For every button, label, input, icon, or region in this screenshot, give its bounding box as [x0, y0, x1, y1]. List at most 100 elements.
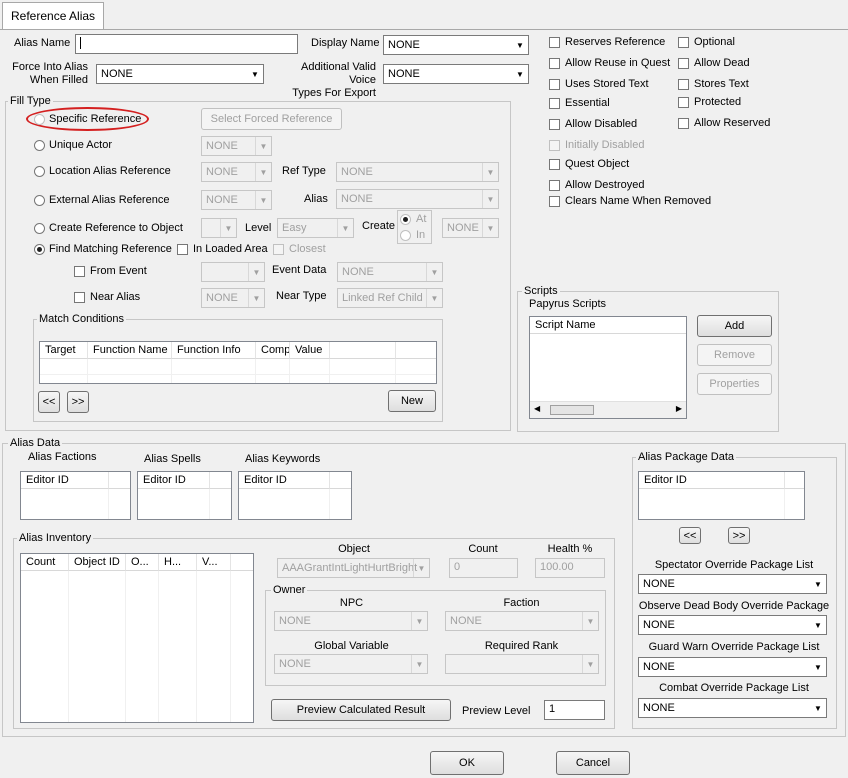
grid-line	[329, 359, 330, 383]
next-condition-button[interactable]: >>	[67, 391, 89, 413]
ok-button[interactable]: OK	[430, 751, 504, 775]
remove-script-button[interactable]: Remove	[697, 344, 772, 366]
cancel-button[interactable]: Cancel	[556, 751, 630, 775]
package-list[interactable]: Editor ID	[638, 471, 805, 520]
near-type-select[interactable]: Linked Ref Child ▼	[337, 288, 443, 308]
allow-dead-checkbox[interactable]	[678, 58, 689, 69]
spectator-override-select[interactable]: NONE ▼	[638, 574, 827, 594]
tab-reference-alias[interactable]: Reference Alias	[2, 2, 104, 29]
essential-checkbox[interactable]	[549, 98, 560, 109]
create-select[interactable]: NONE ▼	[442, 218, 499, 238]
column-header-v[interactable]: V...	[197, 554, 231, 571]
guard-warn-select[interactable]: NONE ▼	[638, 657, 827, 677]
preview-calculated-result-button[interactable]: Preview Calculated Result	[271, 699, 451, 721]
near-alias-checkbox[interactable]	[74, 292, 85, 303]
force-into-alias-select[interactable]: NONE ▼	[96, 64, 264, 84]
faction-select[interactable]: NONE ▼	[445, 611, 599, 631]
level-select[interactable]: Easy ▼	[277, 218, 354, 238]
column-header-count[interactable]: Count	[21, 554, 69, 571]
display-name-select[interactable]: NONE ▼	[383, 35, 529, 55]
find-matching-radio[interactable]	[34, 244, 45, 255]
column-header-script-name[interactable]: Script Name	[530, 317, 686, 334]
prev-condition-button[interactable]: <<	[38, 391, 60, 413]
reserves-reference-checkbox[interactable]	[549, 37, 560, 48]
from-event-select[interactable]: ▼	[201, 262, 265, 282]
npc-select[interactable]: NONE ▼	[274, 611, 428, 631]
alias-spells-list[interactable]: Editor ID	[137, 471, 232, 520]
specific-reference-radio[interactable]	[34, 114, 45, 125]
properties-button[interactable]: Properties	[697, 373, 772, 395]
unique-actor-select[interactable]: NONE ▼	[201, 136, 272, 156]
create-object-select[interactable]: ▼	[201, 218, 237, 238]
column-header-target[interactable]: Target	[40, 342, 88, 359]
grid-line	[784, 489, 785, 519]
uses-stored-text-checkbox[interactable]	[549, 79, 560, 90]
protected-checkbox[interactable]	[678, 97, 689, 108]
chevron-down-icon: ▼	[248, 263, 264, 281]
next-package-button[interactable]: >>	[728, 527, 750, 544]
column-header-function-info[interactable]: Function Info	[172, 342, 256, 359]
column-header-editor-id[interactable]: Editor ID	[639, 472, 785, 489]
inventory-list[interactable]: Count Object ID O... H... V...	[20, 553, 254, 723]
observe-dead-body-select[interactable]: NONE ▼	[638, 615, 827, 635]
preview-level-input[interactable]: 1	[544, 700, 605, 720]
allow-reserved-checkbox[interactable]	[678, 118, 689, 129]
column-header-editor-id[interactable]: Editor ID	[239, 472, 330, 489]
count-input[interactable]: 0	[449, 558, 518, 578]
object-select[interactable]: AAAGrantIntLightHurtBright ▼	[277, 558, 430, 578]
alias-factions-list[interactable]: Editor ID	[20, 471, 131, 520]
column-header-editor-id[interactable]: Editor ID	[21, 472, 109, 489]
scroll-left-icon[interactable]: ◀	[534, 404, 540, 413]
quest-object-checkbox[interactable]	[549, 159, 560, 170]
level-label: Level	[245, 222, 272, 234]
create-reference-radio[interactable]	[34, 223, 45, 234]
combat-override-select[interactable]: NONE ▼	[638, 698, 827, 718]
optional-checkbox[interactable]	[678, 37, 689, 48]
new-condition-button[interactable]: New	[388, 390, 436, 412]
column-header-o[interactable]: O...	[126, 554, 159, 571]
select-forced-reference-button[interactable]: Select Forced Reference	[201, 108, 342, 130]
clears-name-checkbox[interactable]	[549, 196, 560, 207]
location-alias-select[interactable]: NONE ▼	[201, 162, 272, 182]
allow-disabled-checkbox[interactable]	[549, 119, 560, 130]
scripts-list[interactable]: Script Name ◀ ▶	[529, 316, 687, 419]
health-input[interactable]: 100.00	[535, 558, 605, 578]
in-loaded-area-checkbox[interactable]	[177, 244, 188, 255]
match-conditions-table[interactable]: Target Function Name Function Info Comp …	[39, 341, 437, 384]
unique-actor-radio[interactable]	[34, 140, 45, 151]
add-script-button[interactable]: Add	[697, 315, 772, 337]
column-header-comp[interactable]: Comp	[256, 342, 290, 359]
horizontal-scrollbar[interactable]: ◀ ▶	[530, 401, 686, 418]
alias-select[interactable]: NONE ▼	[336, 189, 499, 209]
allow-destroyed-checkbox[interactable]	[549, 180, 560, 191]
scroll-right-icon[interactable]: ▶	[676, 404, 682, 413]
create-in-radio[interactable]	[400, 230, 411, 241]
tab-divider	[0, 29, 848, 30]
voice-types-select[interactable]: NONE ▼	[383, 64, 529, 84]
ref-type-select[interactable]: NONE ▼	[336, 162, 499, 182]
event-data-select[interactable]: NONE ▼	[337, 262, 443, 282]
external-alias-select[interactable]: NONE ▼	[201, 190, 272, 210]
global-variable-select[interactable]: NONE ▼	[274, 654, 428, 674]
column-header-object-id[interactable]: Object ID	[69, 554, 126, 571]
allow-reuse-checkbox[interactable]	[549, 58, 560, 69]
column-header-function-name[interactable]: Function Name	[88, 342, 172, 359]
stores-text-checkbox[interactable]	[678, 79, 689, 90]
chevron-down-icon: ▼	[426, 263, 442, 281]
prev-package-button[interactable]: <<	[679, 527, 701, 544]
external-alias-radio[interactable]	[34, 195, 45, 206]
column-header-value[interactable]: Value	[290, 342, 330, 359]
near-alias-select[interactable]: NONE ▼	[201, 288, 265, 308]
required-rank-select[interactable]: ▼	[445, 654, 599, 674]
create-at-radio[interactable]	[400, 214, 411, 225]
closest-checkbox[interactable]	[273, 244, 284, 255]
column-header-h[interactable]: H...	[159, 554, 197, 571]
alias-name-input[interactable]	[75, 34, 298, 54]
alias-keywords-list[interactable]: Editor ID	[238, 471, 352, 520]
initially-disabled-checkbox[interactable]	[549, 140, 560, 151]
from-event-checkbox[interactable]	[74, 266, 85, 277]
column-header-editor-id[interactable]: Editor ID	[138, 472, 210, 489]
scroll-thumb[interactable]	[550, 405, 594, 415]
location-alias-radio[interactable]	[34, 166, 45, 177]
column-header-blank	[210, 472, 231, 489]
